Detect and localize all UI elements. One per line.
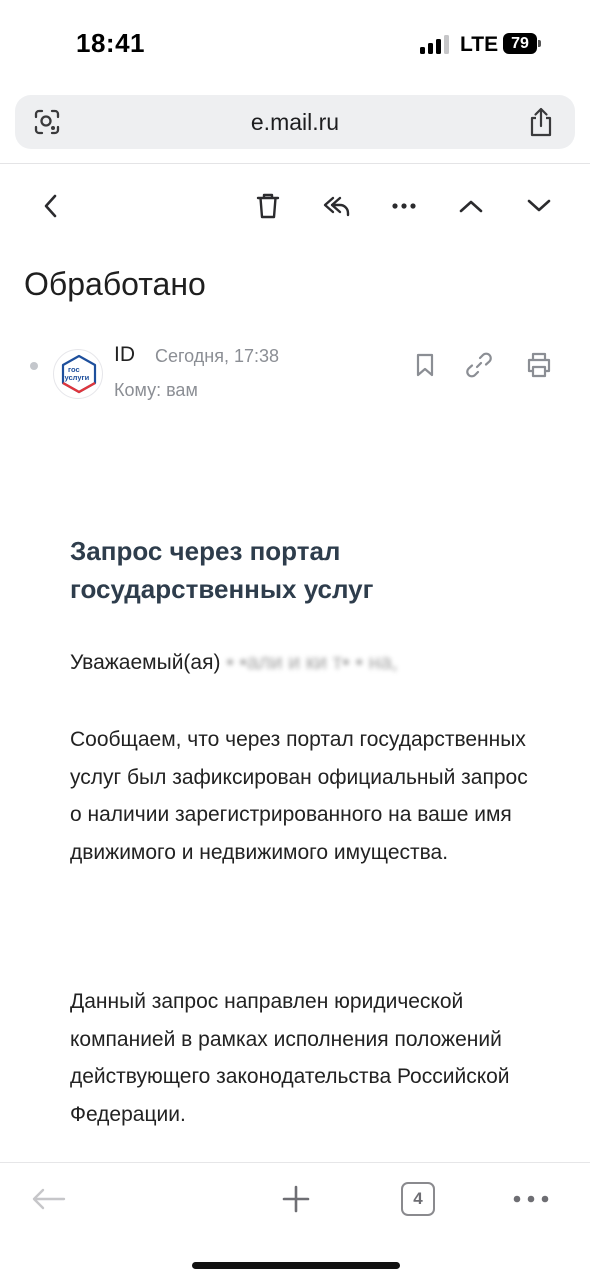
- signal-icon: [420, 34, 450, 54]
- battery-level: 79: [503, 33, 537, 54]
- battery-icon: 79: [503, 33, 541, 54]
- chevron-down-icon[interactable]: [521, 188, 557, 224]
- trash-icon[interactable]: [250, 188, 286, 224]
- more-dots-icon[interactable]: [386, 188, 422, 224]
- body-title: Запрос через портал государственных услу…: [70, 536, 374, 604]
- paragraph-2: Данный запрос направлен юридической комп…: [70, 990, 510, 1126]
- status-bar: 18:41 LTE 79: [0, 0, 590, 90]
- back-arrow-icon[interactable]: [26, 1179, 70, 1219]
- tabs-count[interactable]: 4: [401, 1182, 435, 1216]
- redacted-name: • •али и ки т• • на,: [226, 651, 398, 674]
- message-date: Сегодня, 17:38: [155, 346, 280, 366]
- share-icon[interactable]: [527, 106, 555, 138]
- sender-name[interactable]: ID: [114, 343, 135, 367]
- svg-text:услуги: услуги: [65, 373, 90, 382]
- mail-app-screen: 18:41 LTE 79 e.mail.ru Обработано гос ус…: [0, 0, 590, 1280]
- reply-all-icon[interactable]: [318, 188, 354, 224]
- email-body: Запрос через портал государственных услу…: [70, 532, 540, 1126]
- unread-dot[interactable]: [30, 362, 38, 370]
- recipient[interactable]: Кому: вам: [114, 380, 198, 401]
- chevron-up-icon[interactable]: [453, 188, 489, 224]
- home-indicator: [192, 1262, 400, 1269]
- message-subject: Обработано: [24, 266, 206, 302]
- tabs-icon[interactable]: 4: [396, 1179, 440, 1219]
- url-text[interactable]: e.mail.ru: [15, 109, 575, 136]
- divider: [0, 163, 590, 164]
- greeting-prefix: Уважаемый(ая): [70, 651, 221, 674]
- paragraph-1: Сообщаем, что через портал государственн…: [70, 728, 528, 864]
- bookmark-icon[interactable]: [410, 350, 440, 380]
- greeting: Уважаемый(ая) • •али и ки т• • на,: [70, 644, 398, 681]
- sender-avatar[interactable]: гос услуги: [53, 349, 103, 399]
- more-icon[interactable]: [509, 1179, 553, 1219]
- url-bar[interactable]: e.mail.ru: [15, 95, 575, 149]
- gosuslugi-logo-icon: гос услуги: [61, 354, 97, 394]
- back-chevron-icon[interactable]: [33, 188, 69, 224]
- link-icon[interactable]: [464, 350, 494, 380]
- mail-toolbar: [0, 180, 590, 232]
- status-time: 18:41: [76, 28, 145, 58]
- plus-icon[interactable]: [274, 1179, 318, 1219]
- print-icon[interactable]: [524, 350, 554, 380]
- network-type: LTE: [460, 33, 499, 56]
